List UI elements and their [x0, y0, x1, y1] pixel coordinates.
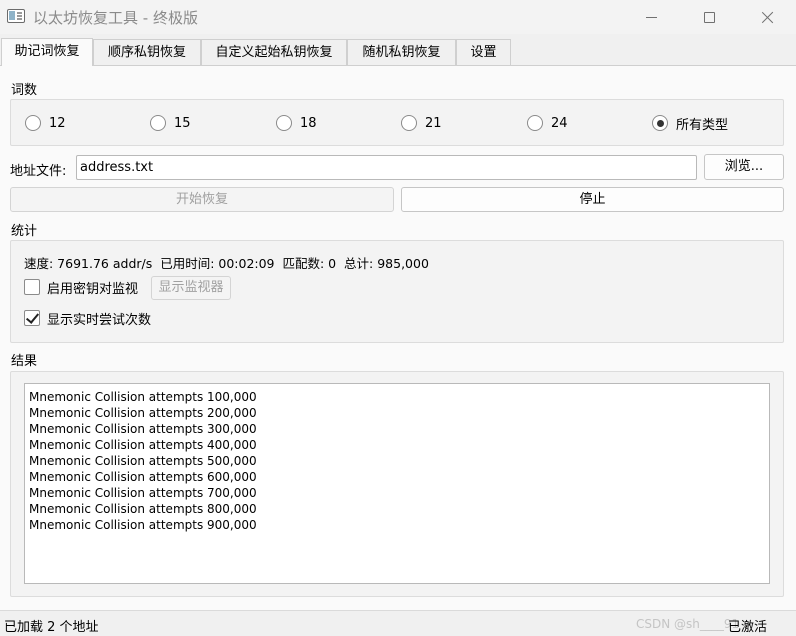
radio-15-words[interactable]: 15 [150, 114, 191, 132]
activation-status: 已激活 [728, 620, 768, 635]
radio-label: 24 [551, 115, 568, 131]
radio-24-words[interactable]: 24 [527, 114, 568, 132]
radio-indicator [401, 115, 417, 131]
checkbox-indicator-checked [24, 310, 40, 326]
app-window-icon [7, 9, 25, 23]
tab-custom-start-key-recovery[interactable]: 自定义起始私钥恢复 [201, 39, 347, 65]
show-monitor-button[interactable]: 显示监视器 [151, 276, 231, 300]
results-label: 结果 [11, 354, 38, 369]
status-bar: 已加载 2 个地址 CSDN @sh____91 已激活 [0, 610, 796, 636]
key-monitor-checkbox[interactable]: 启用密钥对监视 [24, 278, 139, 297]
radio-18-words[interactable]: 18 [276, 114, 317, 132]
radio-label: 18 [300, 115, 317, 131]
stop-button[interactable]: 停止 [401, 187, 784, 212]
result-line: Mnemonic Collision attempts 200,000 [29, 406, 257, 420]
radio-label: 21 [425, 115, 442, 131]
result-line: Mnemonic Collision attempts 300,000 [29, 422, 257, 436]
tab-bar: 顺序私钥恢复 自定义起始私钥恢复 随机私钥恢复 设置 [0, 38, 796, 66]
radio-label: 12 [49, 115, 66, 131]
results-textarea[interactable]: Mnemonic Collision attempts 100,000 Mnem… [24, 383, 770, 584]
radio-all-types[interactable]: 所有类型 [652, 114, 729, 133]
tab-settings[interactable]: 设置 [456, 39, 511, 65]
checkbox-indicator [24, 279, 40, 295]
radio-indicator [150, 115, 166, 131]
title-bar[interactable]: 以太坊恢复工具 - 终极版 [0, 0, 796, 34]
maximize-button[interactable] [680, 0, 738, 34]
radio-21-words[interactable]: 21 [401, 114, 442, 132]
maximize-icon [703, 11, 715, 23]
result-line: Mnemonic Collision attempts 800,000 [29, 502, 257, 516]
result-line: Mnemonic Collision attempts 900,000 [29, 518, 257, 532]
start-recovery-button[interactable]: 开始恢复 [10, 187, 394, 212]
result-line: Mnemonic Collision attempts 700,000 [29, 486, 257, 500]
tab-mnemonic-recovery[interactable]: 助记词恢复 [1, 38, 93, 66]
result-line: Mnemonic Collision attempts 100,000 [29, 390, 257, 404]
address-file-input[interactable]: address.txt [76, 155, 697, 180]
show-attempts-checkbox[interactable]: 显示实时尝试次数 [24, 309, 152, 328]
tab-random-key-recovery[interactable]: 随机私钥恢复 [347, 39, 456, 65]
radio-indicator [276, 115, 292, 131]
checkbox-label: 显示实时尝试次数 [47, 312, 152, 328]
browse-button[interactable]: 浏览... [704, 154, 784, 180]
result-line: Mnemonic Collision attempts 600,000 [29, 470, 257, 484]
window-title: 以太坊恢复工具 - 终极版 [33, 9, 198, 27]
radio-indicator-checked [652, 115, 668, 131]
minimize-button[interactable] [622, 0, 680, 34]
result-line: Mnemonic Collision attempts 400,000 [29, 438, 257, 452]
checkbox-label: 启用密钥对监视 [47, 281, 139, 297]
watermark-text: CSDN @sh____91 [636, 617, 740, 631]
close-button[interactable] [738, 0, 796, 34]
radio-12-words[interactable]: 12 [25, 114, 66, 132]
word-count-label: 词数 [11, 83, 38, 98]
status-message: 已加载 2 个地址 [4, 620, 99, 635]
address-file-label: 地址文件: [10, 164, 67, 179]
tab-sequential-key-recovery[interactable]: 顺序私钥恢复 [93, 39, 201, 65]
close-icon [761, 11, 774, 24]
radio-indicator [25, 115, 41, 131]
stats-summary: 速度: 7691.76 addr/s 已用时间: 00:02:09 匹配数: 0… [24, 256, 429, 271]
minimize-icon [645, 16, 657, 18]
result-line: Mnemonic Collision attempts 500,000 [29, 454, 257, 468]
stats-label: 统计 [11, 224, 38, 239]
radio-indicator [527, 115, 543, 131]
radio-label: 所有类型 [676, 117, 729, 133]
radio-label: 15 [174, 115, 191, 131]
